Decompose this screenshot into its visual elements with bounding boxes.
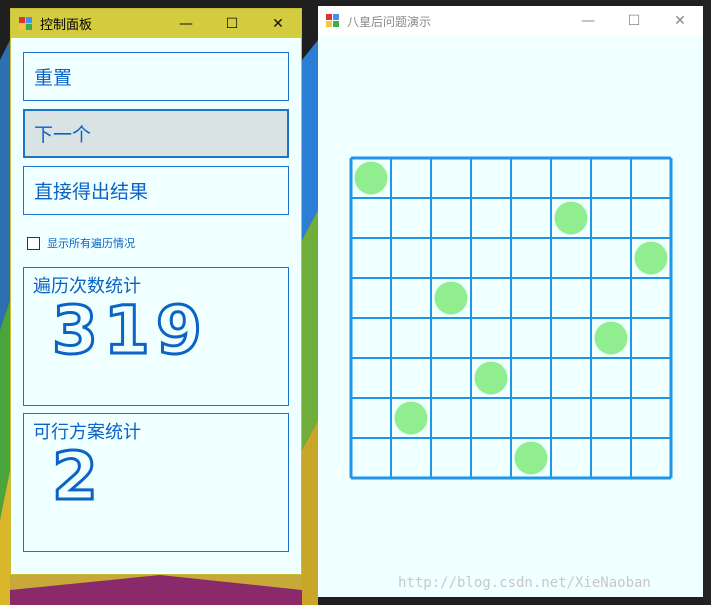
app-icon: [326, 14, 340, 28]
queen-piece: [554, 201, 588, 235]
minimize-button[interactable]: —: [163, 9, 209, 38]
solution-count-group: 可行方案统计 2: [23, 413, 289, 552]
queen-piece: [634, 241, 668, 275]
watermark: http://blog.csdn.net/XieNaoban: [398, 575, 651, 591]
reset-button[interactable]: 重置: [23, 52, 289, 101]
traverse-count-value: 319: [51, 292, 208, 369]
close-button[interactable]: ✕: [657, 6, 703, 36]
window-title: 八皇后问题演示: [347, 14, 432, 29]
show-all-checkbox-row[interactable]: 显示所有遍历情况: [27, 235, 135, 251]
control-panel-titlebar[interactable]: 控制面板 — ☐ ✕: [11, 9, 301, 38]
show-all-label: 显示所有遍历情况: [47, 237, 135, 250]
show-all-checkbox[interactable]: [27, 236, 40, 250]
queen-piece: [434, 281, 468, 315]
queen-piece: [474, 361, 508, 395]
eight-queens-titlebar[interactable]: 八皇后问题演示 — ☐ ✕: [318, 6, 703, 36]
minimize-button[interactable]: —: [565, 6, 611, 36]
queen-piece: [394, 401, 428, 435]
app-icon: [19, 16, 33, 31]
close-button[interactable]: ✕: [255, 9, 301, 38]
control-panel-window: 控制面板 — ☐ ✕ 重置 下一个 直接得出结果 显示所有遍历情况 遍历次数统计…: [10, 8, 302, 575]
eight-queens-window: 八皇后问题演示 — ☐ ✕: [318, 6, 703, 597]
chess-board[interactable]: [349, 156, 673, 480]
window-title: 控制面板: [40, 18, 93, 33]
queen-piece: [354, 161, 388, 195]
queen-piece: [594, 321, 628, 355]
queen-piece: [514, 441, 548, 475]
maximize-button[interactable]: ☐: [611, 6, 657, 36]
next-button[interactable]: 下一个: [23, 109, 289, 158]
maximize-button[interactable]: ☐: [209, 9, 255, 38]
solution-count-value: 2: [51, 438, 104, 515]
traverse-count-group: 遍历次数统计 319: [23, 267, 289, 406]
get-result-button[interactable]: 直接得出结果: [23, 166, 289, 215]
